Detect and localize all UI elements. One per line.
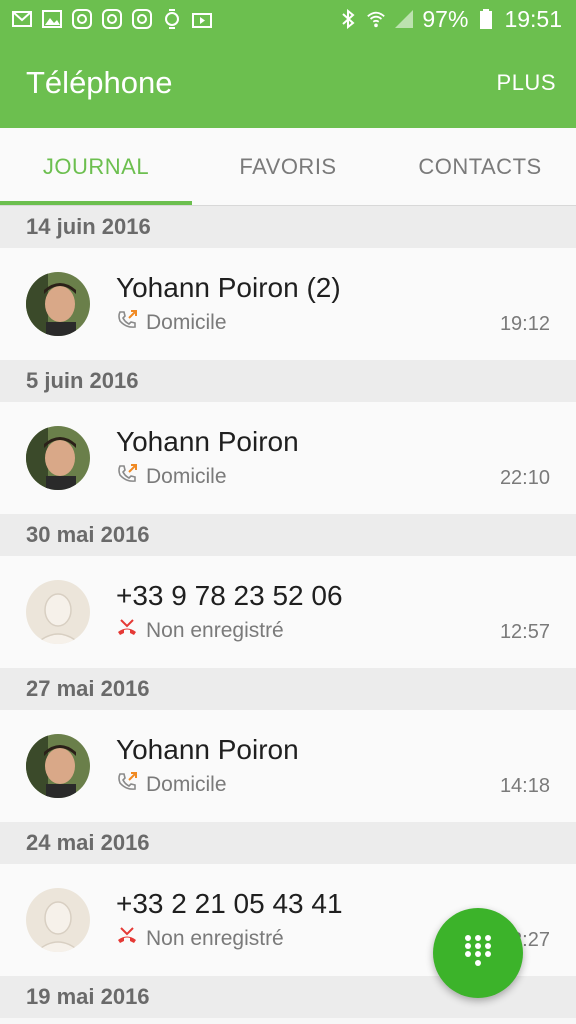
date-header: 24 mai 2016 bbox=[0, 822, 576, 864]
outgoing-call-icon bbox=[116, 309, 138, 337]
app-title: Téléphone bbox=[26, 65, 173, 100]
default-avatar bbox=[26, 888, 90, 952]
contact-name: Yohann Poiron bbox=[116, 426, 299, 457]
call-log-list: 14 juin 2016 Yohann Poiron (2) Domicile … bbox=[0, 206, 576, 1018]
avatar bbox=[26, 426, 90, 490]
contact-name: +33 9 78 23 52 06 bbox=[116, 580, 343, 611]
instagram-icon bbox=[72, 9, 92, 29]
call-label: Domicile bbox=[146, 773, 227, 796]
date-header: 5 juin 2016 bbox=[0, 360, 576, 402]
email-icon bbox=[12, 9, 32, 29]
missed-call-icon bbox=[116, 617, 138, 645]
wifi-icon bbox=[366, 9, 386, 29]
call-log-row[interactable]: Yohann Poiron (2) Domicile 19:12 bbox=[0, 248, 576, 360]
dialpad-icon bbox=[464, 934, 492, 973]
instagram-icon bbox=[102, 9, 122, 29]
call-log-row[interactable]: Yohann Poiron Domicile 22:10 bbox=[0, 402, 576, 514]
tab-journal[interactable]: JOURNAL bbox=[0, 128, 192, 205]
battery-icon bbox=[476, 9, 496, 29]
outgoing-call-icon bbox=[116, 771, 138, 799]
media-icon bbox=[192, 9, 212, 29]
instagram-icon bbox=[132, 9, 152, 29]
call-label: Domicile bbox=[146, 465, 227, 488]
watch-icon bbox=[162, 9, 182, 29]
app-bar: Téléphone PLUS bbox=[0, 38, 576, 128]
status-bar: 97% 19:51 bbox=[0, 0, 576, 38]
battery-percent: 97% bbox=[422, 5, 469, 32]
tab-favoris[interactable]: FAVORIS bbox=[192, 128, 384, 205]
date-header: 27 mai 2016 bbox=[0, 668, 576, 710]
image-icon bbox=[42, 9, 62, 29]
call-log-row[interactable]: +33 9 78 23 52 06 Non enregistré 12:57 bbox=[0, 556, 576, 668]
outgoing-call-icon bbox=[116, 463, 138, 491]
avatar bbox=[26, 272, 90, 336]
signal-icon bbox=[394, 9, 414, 29]
tab-contacts[interactable]: CONTACTS bbox=[384, 128, 576, 205]
default-avatar bbox=[26, 580, 90, 644]
missed-call-icon bbox=[116, 925, 138, 953]
bluetooth-icon bbox=[338, 9, 358, 29]
call-time: 14:18 bbox=[499, 775, 550, 797]
call-label: Non enregistré bbox=[146, 619, 284, 642]
date-header: 14 juin 2016 bbox=[0, 206, 576, 248]
avatar bbox=[26, 734, 90, 798]
notification-icons bbox=[12, 9, 212, 29]
call-time: 19:12 bbox=[499, 313, 550, 335]
dialpad-button[interactable] bbox=[433, 908, 523, 998]
call-log-row[interactable]: Yohann Poiron Domicile 14:18 bbox=[0, 710, 576, 822]
status-right: 97% 19:51 bbox=[338, 6, 562, 33]
call-label: Non enregistré bbox=[146, 927, 284, 950]
more-button[interactable]: PLUS bbox=[497, 70, 556, 96]
tab-bar: JOURNAL FAVORIS CONTACTS bbox=[0, 128, 576, 206]
call-label: Domicile bbox=[146, 311, 227, 334]
date-header: 30 mai 2016 bbox=[0, 514, 576, 556]
call-time: 22:10 bbox=[499, 467, 550, 489]
call-time: 12:57 bbox=[499, 621, 550, 643]
clock: 19:51 bbox=[504, 5, 562, 32]
contact-name: Yohann Poiron (2) bbox=[116, 272, 341, 303]
contact-name: Yohann Poiron bbox=[116, 734, 299, 765]
